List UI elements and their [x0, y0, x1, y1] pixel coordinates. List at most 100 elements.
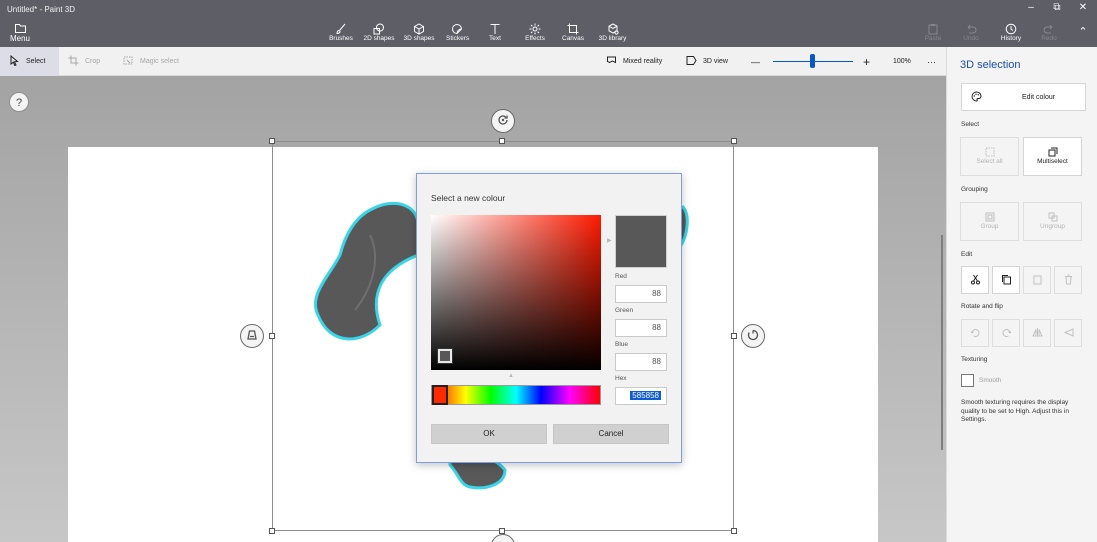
more-options-button[interactable]: ···: [927, 47, 936, 76]
minimize-button[interactable]: –: [1019, 2, 1043, 13]
tool-text[interactable]: Text: [486, 22, 504, 42]
tool-label: 2D shapes: [363, 35, 395, 42]
paste-button[interactable]: [1023, 266, 1051, 294]
paste-icon: [924, 22, 942, 35]
rotate-z-handle[interactable]: [491, 109, 515, 133]
tool-label: 3D library: [598, 35, 627, 42]
green-field[interactable]: 88: [615, 319, 667, 337]
collapse-ribbon-button[interactable]: ⌃: [1076, 25, 1090, 38]
magic-select-tool[interactable]: Magic select: [123, 47, 179, 76]
crop-tool[interactable]: Crop: [68, 47, 100, 76]
mixed-reality-icon: [606, 55, 617, 68]
window-title: Untitled* - Paint 3D: [7, 5, 76, 14]
tool-brushes[interactable]: Brushes: [329, 22, 353, 42]
3d-view-label: 3D view: [703, 58, 728, 65]
delete-button[interactable]: [1054, 266, 1082, 294]
trash-icon: [1063, 274, 1074, 287]
smooth-label: Smooth: [979, 377, 1002, 384]
3d-view-icon: [686, 55, 697, 68]
rotate-left-icon: [970, 327, 981, 340]
rotate-right-icon: [1001, 327, 1012, 340]
rotate-icon: [496, 113, 510, 129]
2d-shapes-icon: [363, 22, 395, 35]
hex-field[interactable]: 585858: [615, 387, 667, 405]
multiselect-label: Multiselect: [1037, 158, 1068, 165]
cut-button[interactable]: [961, 266, 989, 294]
resize-handle[interactable]: [731, 138, 737, 144]
select-all-button[interactable]: Select all: [960, 137, 1019, 176]
zoom-slider-thumb[interactable]: [810, 54, 815, 68]
paste-button[interactable]: Paste: [924, 22, 942, 42]
3d-selection-panel: 3D selection Edit colour Select Select a…: [946, 47, 1097, 542]
palette-icon: [971, 91, 982, 104]
mixed-reality-button[interactable]: Mixed reality: [606, 47, 662, 76]
ungroup-button[interactable]: Ungroup: [1023, 202, 1082, 241]
rotate-icon: [746, 328, 760, 344]
cancel-button[interactable]: Cancel: [553, 424, 669, 444]
3d-view-button[interactable]: 3D view: [686, 47, 728, 76]
red-field[interactable]: 88: [615, 285, 667, 303]
canvas-icon: [562, 22, 584, 35]
resize-handle[interactable]: [731, 333, 737, 339]
ribbon: Untitled* - Paint 3D – ⧉ ✕ Menu Brushes …: [0, 0, 1097, 47]
edit-colour-label: Edit colour: [1022, 94, 1056, 101]
hue-slider[interactable]: [431, 385, 601, 405]
group-button[interactable]: Group: [960, 202, 1019, 241]
sticker-icon: [446, 22, 468, 35]
vertical-scrollbar[interactable]: [941, 235, 943, 450]
3d-library-icon: [597, 22, 628, 35]
select-all-icon: [961, 145, 1018, 158]
redo-label: Redo: [1041, 35, 1057, 42]
edit-section-label: Edit: [961, 251, 973, 258]
tool-2d-shapes[interactable]: 2D shapes: [363, 22, 395, 42]
history-button[interactable]: History: [999, 22, 1023, 42]
tool-3d-shapes[interactable]: 3D shapes: [403, 22, 435, 42]
undo-button[interactable]: Undo: [962, 22, 980, 42]
flip-horizontal-button[interactable]: [1023, 319, 1051, 347]
menu-button[interactable]: Menu: [6, 22, 34, 43]
multiselect-button[interactable]: Multiselect: [1023, 137, 1082, 176]
rotate-right-button[interactable]: [992, 319, 1020, 347]
tool-label: Brushes: [329, 35, 353, 42]
ungroup-label: Ungroup: [1040, 223, 1065, 230]
resize-handle[interactable]: [269, 138, 275, 144]
spectrum-cursor[interactable]: [437, 348, 453, 364]
zoom-in-button[interactable]: +: [863, 47, 870, 76]
tool-3d-library[interactable]: 3D library: [597, 22, 628, 42]
multiselect-icon: [1024, 145, 1081, 158]
tool-effects[interactable]: Effects: [524, 22, 546, 42]
resize-handle[interactable]: [269, 528, 275, 534]
redo-button[interactable]: Redo: [1040, 22, 1058, 42]
help-button[interactable]: ?: [9, 92, 29, 112]
resize-handle[interactable]: [731, 528, 737, 534]
red-label: Red: [615, 273, 627, 280]
select-tool[interactable]: Select: [0, 47, 59, 76]
copy-button[interactable]: [992, 266, 1020, 294]
dialog-title: Select a new colour: [431, 193, 506, 203]
texturing-section-label: Texturing: [961, 356, 988, 363]
resize-handle[interactable]: [499, 138, 505, 144]
tool-canvas[interactable]: Canvas: [562, 22, 584, 42]
hue-slider-thumb[interactable]: [432, 385, 448, 405]
edit-colour-button[interactable]: Edit colour: [961, 83, 1086, 111]
rotate-left-button[interactable]: [961, 319, 989, 347]
hex-value: 585858: [630, 391, 661, 400]
undo-icon: [962, 22, 980, 35]
pointer-arrow-icon: ▲: [508, 373, 514, 379]
pointer-icon: [9, 54, 20, 68]
colour-spectrum[interactable]: [431, 215, 601, 370]
maximize-button[interactable]: ⧉: [1045, 2, 1069, 13]
blue-field[interactable]: 88: [615, 353, 667, 371]
smooth-checkbox[interactable]: [961, 374, 974, 387]
resize-handle[interactable]: [269, 333, 275, 339]
folder-icon: [6, 22, 34, 34]
close-button[interactable]: ✕: [1071, 2, 1095, 13]
rotate-y-handle[interactable]: [741, 324, 765, 348]
flip-vertical-button[interactable]: [1054, 319, 1082, 347]
push-back-handle[interactable]: [240, 324, 264, 348]
magic-select-icon: [123, 55, 134, 68]
ok-button[interactable]: OK: [431, 424, 547, 444]
zoom-out-button[interactable]: —: [751, 47, 760, 76]
paste-icon: [1032, 274, 1043, 287]
tool-stickers[interactable]: Stickers: [446, 22, 469, 42]
